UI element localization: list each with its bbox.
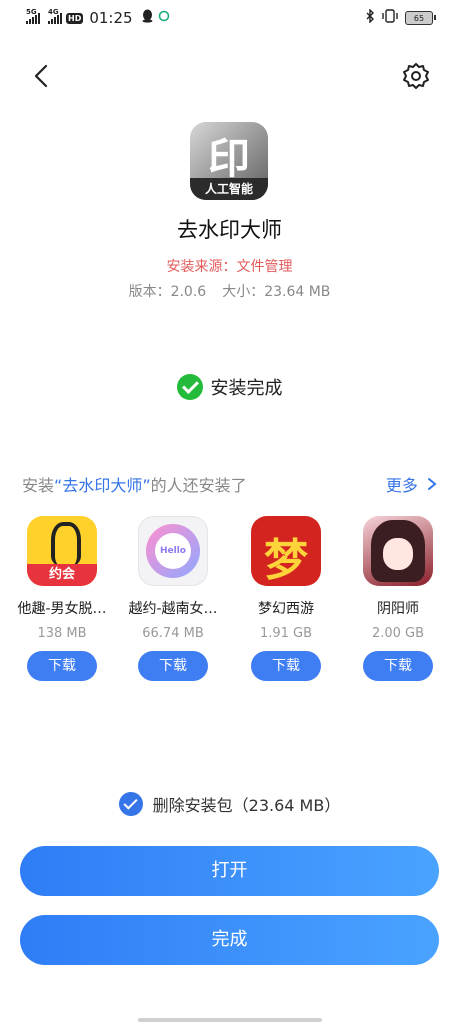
install-status-text: 安装完成 [210, 378, 283, 399]
recommend-item-size: 1.91 GB [259, 626, 313, 641]
done-button[interactable]: 完成 [20, 915, 439, 965]
back-button[interactable] [28, 60, 56, 92]
recommend-header: 安装“去水印大师”的人还安装了 [22, 476, 247, 495]
download-button[interactable]: 下载 [27, 651, 97, 681]
app-meta: 版本：2.0.6 大小：23.64 MB [0, 281, 459, 301]
chevron-right-icon [428, 478, 437, 490]
install-status: 安装完成 [0, 374, 459, 400]
sync-icon [158, 10, 170, 26]
download-button[interactable]: 下载 [251, 651, 321, 681]
success-check-icon [176, 374, 203, 400]
app-icon-glyph: 印 [207, 134, 250, 183]
signal-4g-icon: 4G [48, 8, 62, 24]
download-button[interactable]: 下载 [363, 651, 433, 681]
recommend-item-size: 66.74 MB [142, 626, 204, 641]
download-button[interactable]: 下载 [138, 651, 208, 681]
app-size: 大小：23.64 MB [222, 284, 331, 300]
recommend-item-name: 越约-越南女… [128, 601, 218, 617]
app-icon-label: 人工智能 [190, 178, 268, 200]
app-icon-tagu[interactable]: 约会 [27, 516, 97, 586]
delete-package-label: 删除安装包（23.64 MB） [152, 796, 341, 815]
status-bar: 5G 4G HD 01:25 65 [0, 0, 459, 36]
bluetooth-icon [365, 8, 375, 27]
install-source: 安装来源：文件管理 [166, 259, 293, 275]
gear-icon [403, 63, 429, 89]
recommend-item-name: 梦幻西游 [258, 601, 314, 617]
app-icon: 印 人工智能 [190, 122, 268, 200]
recommend-item-size: 138 MB [37, 626, 87, 641]
more-link[interactable]: 更多 [386, 472, 437, 496]
app-version: 版本：2.0.6 [128, 284, 207, 300]
recommend-item[interactable]: 阴阳师 2.00 GB 下载 [346, 516, 450, 681]
recommend-item[interactable]: 约会 他趣-男女脱… 138 MB 下载 [10, 516, 114, 681]
settings-button[interactable] [401, 60, 431, 92]
app-icon-onmyoji[interactable] [363, 516, 433, 586]
battery-icon: 65 [405, 11, 436, 25]
qq-icon [141, 9, 154, 27]
vibrate-icon [381, 9, 399, 27]
recommend-app-name: 去水印大师 [62, 476, 143, 495]
delete-package-checkbox[interactable] [118, 792, 143, 816]
recommend-item[interactable]: 梦 梦幻西游 1.91 GB 下载 [234, 516, 338, 681]
app-name: 去水印大师 [177, 218, 282, 242]
signal-5g-icon: 5G [26, 8, 40, 24]
open-button[interactable]: 打开 [20, 846, 439, 896]
app-icon-yueyue[interactable]: Hello [138, 516, 208, 586]
status-time: 01:25 [89, 9, 133, 27]
hd-icon: HD [66, 12, 84, 24]
recommend-item-name: 他趣-男女脱… [17, 601, 107, 617]
chevron-left-icon [34, 64, 48, 88]
recommend-item-size: 2.00 GB [371, 626, 425, 641]
app-icon-menghuan[interactable]: 梦 [251, 516, 321, 586]
delete-package-option[interactable]: 删除安装包（23.64 MB） [0, 792, 459, 816]
home-indicator[interactable] [138, 1018, 322, 1022]
recommend-item-name: 阴阳师 [377, 601, 419, 617]
recommend-item[interactable]: Hello 越约-越南女… 66.74 MB 下载 [121, 516, 225, 681]
